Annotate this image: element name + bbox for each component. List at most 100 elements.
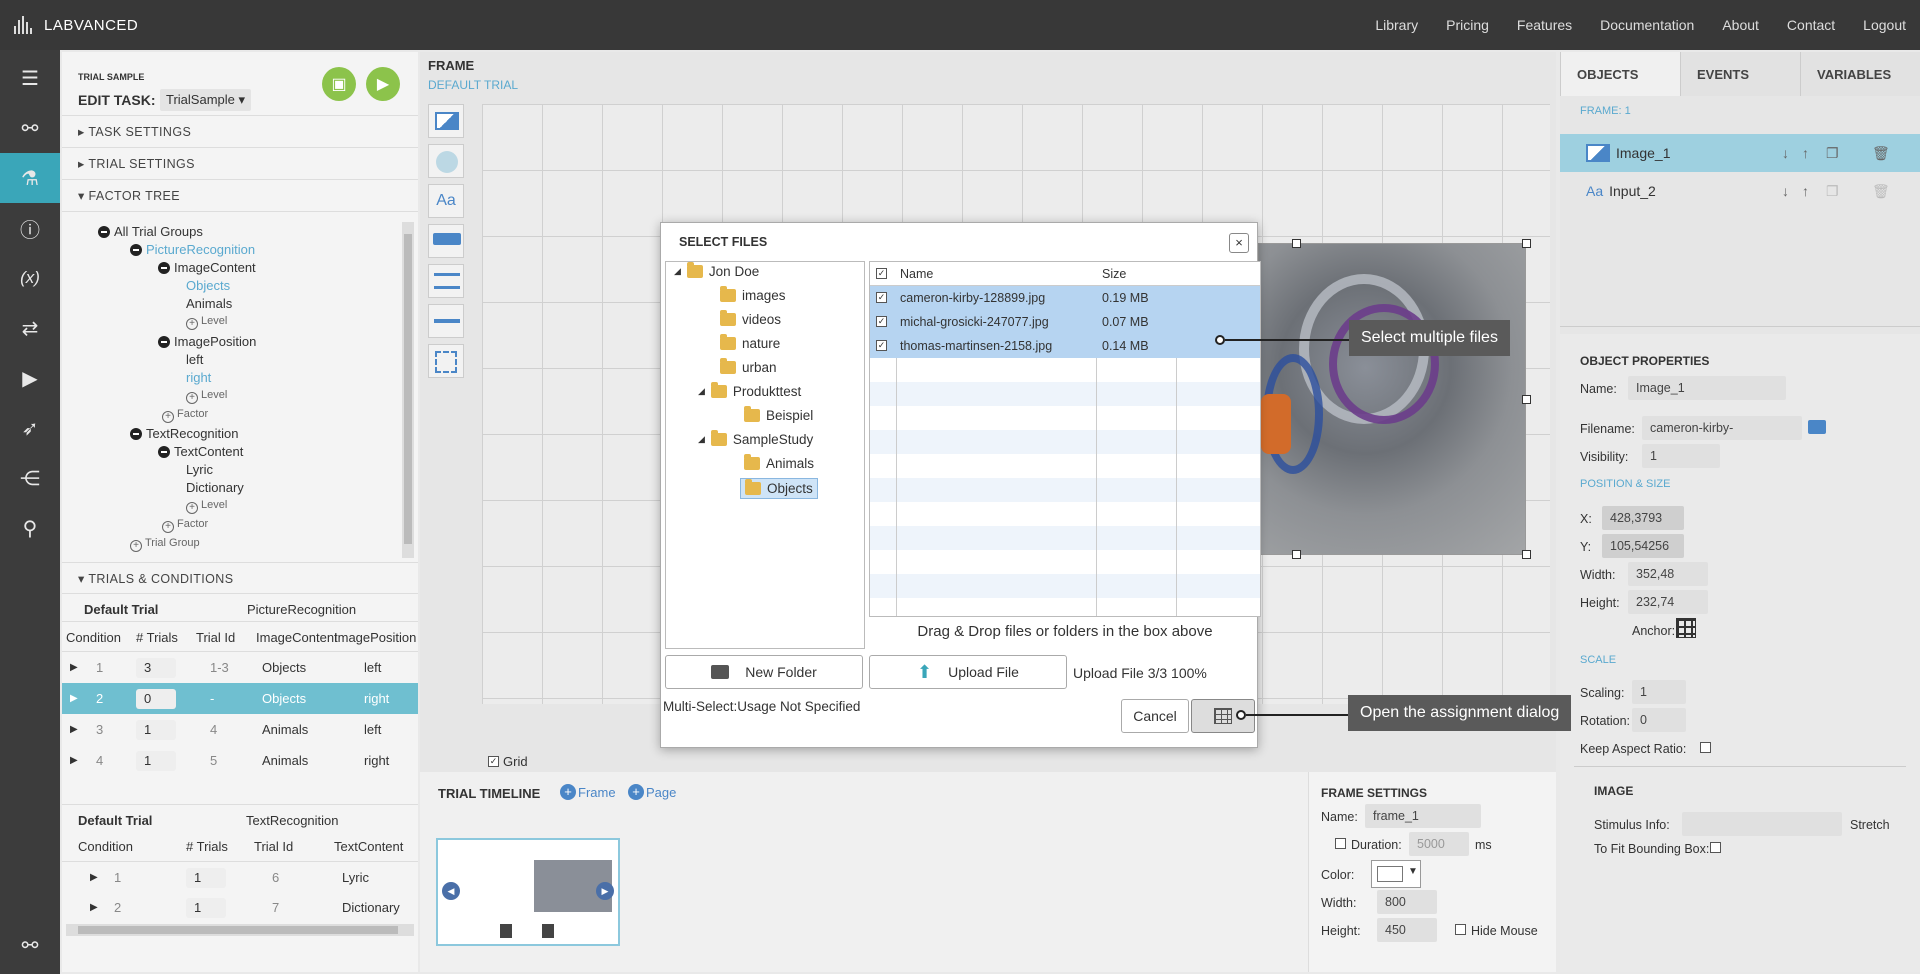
keep-aspect-checkbox[interactable] bbox=[1700, 742, 1711, 753]
nav-documentation[interactable]: Documentation bbox=[1600, 17, 1694, 33]
sitemap-icon[interactable]: ⚯ bbox=[0, 920, 60, 970]
tree-node[interactable]: Animals bbox=[186, 296, 232, 311]
trials-input[interactable]: 1 bbox=[136, 720, 176, 740]
table-row[interactable]: ▶ 2 1 7 Dictionary bbox=[62, 892, 418, 923]
task-editor-icon[interactable]: ⚗ bbox=[0, 153, 60, 203]
rotation-input[interactable]: 0 bbox=[1632, 708, 1686, 732]
x-input[interactable]: 428,3793 bbox=[1602, 506, 1684, 530]
folder-item[interactable]: nature bbox=[720, 334, 780, 351]
folder-item[interactable]: videos bbox=[720, 310, 781, 327]
trials-input[interactable]: 1 bbox=[186, 898, 226, 918]
expand-icon[interactable]: ▶ bbox=[90, 862, 98, 893]
anchor-grid-icon[interactable] bbox=[1676, 618, 1696, 638]
expand-icon[interactable]: ▶ bbox=[90, 892, 98, 923]
resize-handle[interactable] bbox=[1522, 239, 1531, 248]
file-row[interactable]: ✓ thomas-martinsen-2158.jpg 0.14 MB bbox=[870, 334, 1260, 358]
tree-node[interactable]: Objects bbox=[186, 278, 230, 293]
folder-item[interactable]: ◢ SampleStudy bbox=[698, 430, 813, 447]
nav-contact[interactable]: Contact bbox=[1787, 17, 1835, 33]
add-page-button[interactable]: + Page bbox=[628, 784, 676, 800]
scrollbar[interactable] bbox=[402, 222, 414, 558]
table-row[interactable]: ▶ 3 1 4 Animals left bbox=[62, 714, 418, 745]
folder-root[interactable]: ◢ Jon Doe bbox=[674, 262, 759, 279]
stretch-checkbox[interactable] bbox=[1710, 842, 1721, 853]
variables-icon[interactable]: (x) bbox=[0, 253, 60, 303]
filename-input[interactable]: cameron-kirby- bbox=[1642, 416, 1802, 440]
upload-file-button[interactable]: ⬆ Upload File bbox=[869, 655, 1067, 689]
tab-events[interactable]: EVENTS bbox=[1680, 52, 1800, 96]
save-button[interactable]: ▣ bbox=[322, 67, 356, 101]
table-row[interactable]: ▶ 1 1 6 Lyric bbox=[62, 862, 418, 893]
file-row[interactable]: ✓ cameron-kirby-128899.jpg 0.19 MB bbox=[870, 286, 1260, 310]
grid-toggle[interactable]: ✓ Grid bbox=[488, 754, 528, 769]
nav-logout[interactable]: Logout bbox=[1863, 17, 1906, 33]
slider-tool[interactable] bbox=[428, 304, 464, 338]
grid-checkbox[interactable]: ✓ bbox=[488, 756, 499, 767]
logo[interactable]: LABVANCED bbox=[14, 16, 138, 34]
add-level-button[interactable]: + Level bbox=[186, 499, 227, 514]
tree-node[interactable]: All Trial Groups bbox=[98, 224, 203, 239]
expand-icon[interactable]: ▶ bbox=[70, 683, 78, 714]
nav-about[interactable]: About bbox=[1722, 17, 1759, 33]
hierarchy-icon[interactable]: ⚯ bbox=[0, 103, 60, 153]
trash-icon[interactable]: 🗑 bbox=[1872, 183, 1890, 200]
height-input[interactable]: 232,74 bbox=[1628, 590, 1708, 614]
file-row[interactable]: ✓ michal-grosicki-247077.jpg 0.07 MB bbox=[870, 310, 1260, 334]
folder-item[interactable]: ◢ Produkttest bbox=[698, 382, 801, 399]
add-factor-button[interactable]: + Factor bbox=[162, 408, 208, 423]
trials-input[interactable]: 0 bbox=[136, 689, 176, 709]
y-input[interactable]: 105,54256 bbox=[1602, 534, 1684, 558]
frame-width-input[interactable]: 800 bbox=[1377, 890, 1437, 914]
trial-settings-toggle[interactable]: ▸ TRIAL SETTINGS bbox=[62, 148, 418, 180]
new-folder-button[interactable]: New Folder bbox=[665, 655, 863, 689]
folder-icon[interactable] bbox=[1808, 420, 1826, 434]
tree-node[interactable]: TextContent bbox=[158, 444, 243, 459]
tree-node[interactable]: Dictionary bbox=[186, 480, 244, 495]
add-trial-group-button[interactable]: + Trial Group bbox=[130, 537, 200, 552]
text-tool[interactable]: Aa bbox=[428, 184, 464, 218]
expand-icon[interactable]: ▶ bbox=[70, 714, 78, 745]
share-icon[interactable]: ⋲ bbox=[0, 453, 60, 503]
visibility-input[interactable]: 1 bbox=[1642, 444, 1720, 468]
duration-checkbox[interactable] bbox=[1335, 838, 1346, 849]
trials-input[interactable]: 3 bbox=[136, 658, 176, 678]
task-settings-toggle[interactable]: ▸ TASK SETTINGS bbox=[62, 116, 418, 148]
play-icon[interactable]: ▶ bbox=[0, 353, 60, 403]
button-tool[interactable] bbox=[428, 224, 464, 258]
folder-item-selected[interactable]: Objects bbox=[740, 478, 818, 499]
table-row[interactable]: ▶ 1 3 1-3 Objects left bbox=[62, 652, 418, 683]
move-up-icon[interactable]: ↑ bbox=[1802, 145, 1809, 161]
tab-variables[interactable]: VARIABLES bbox=[1800, 52, 1920, 96]
folder-item[interactable]: urban bbox=[720, 358, 777, 375]
object-row-input[interactable]: Aa Input_2 ↓ ↑ ❐ 🗑 bbox=[1560, 172, 1920, 210]
next-icon[interactable]: ▶ bbox=[596, 882, 614, 900]
resize-handle[interactable] bbox=[1292, 239, 1301, 248]
trash-icon[interactable] bbox=[542, 924, 554, 938]
expand-icon[interactable]: ▶ bbox=[70, 652, 78, 683]
rocket-icon[interactable]: ➶ bbox=[0, 403, 60, 453]
copy-icon[interactable]: ❐ bbox=[1826, 145, 1839, 162]
object-row-image[interactable]: Image_1 ↓ ↑ ❐ 🗑 bbox=[1560, 134, 1920, 172]
tree-node[interactable]: TextRecognition bbox=[130, 426, 239, 441]
tree-node[interactable]: PictureRecognition bbox=[130, 242, 255, 257]
group-tool[interactable] bbox=[428, 344, 464, 378]
tree-node[interactable]: Lyric bbox=[186, 462, 213, 477]
copy-icon[interactable]: ❐ bbox=[1826, 183, 1839, 200]
trials-input[interactable]: 1 bbox=[186, 868, 226, 888]
cancel-button[interactable]: Cancel bbox=[1121, 699, 1189, 733]
file-checkbox[interactable]: ✓ bbox=[876, 292, 887, 303]
duration-input[interactable]: 5000 bbox=[1409, 832, 1469, 856]
table-row[interactable]: ▶ 2 0- Objects right bbox=[62, 683, 418, 714]
folder-item[interactable]: Animals bbox=[744, 454, 814, 471]
translate-icon[interactable]: ⇄ bbox=[0, 303, 60, 353]
search-icon[interactable]: ⚲ bbox=[0, 503, 60, 553]
tree-node[interactable]: ImageContent bbox=[158, 260, 256, 275]
frame-height-input[interactable]: 450 bbox=[1377, 918, 1437, 942]
trash-icon[interactable]: 🗑 bbox=[1872, 145, 1890, 162]
tree-node[interactable]: right bbox=[186, 370, 211, 385]
tree-node[interactable]: left bbox=[186, 352, 203, 367]
image-tool[interactable] bbox=[428, 104, 464, 138]
scaling-input[interactable]: 1 bbox=[1632, 680, 1686, 704]
horizontal-scrollbar[interactable] bbox=[66, 924, 414, 936]
task-select[interactable]: TrialSample ▾ bbox=[160, 89, 252, 111]
